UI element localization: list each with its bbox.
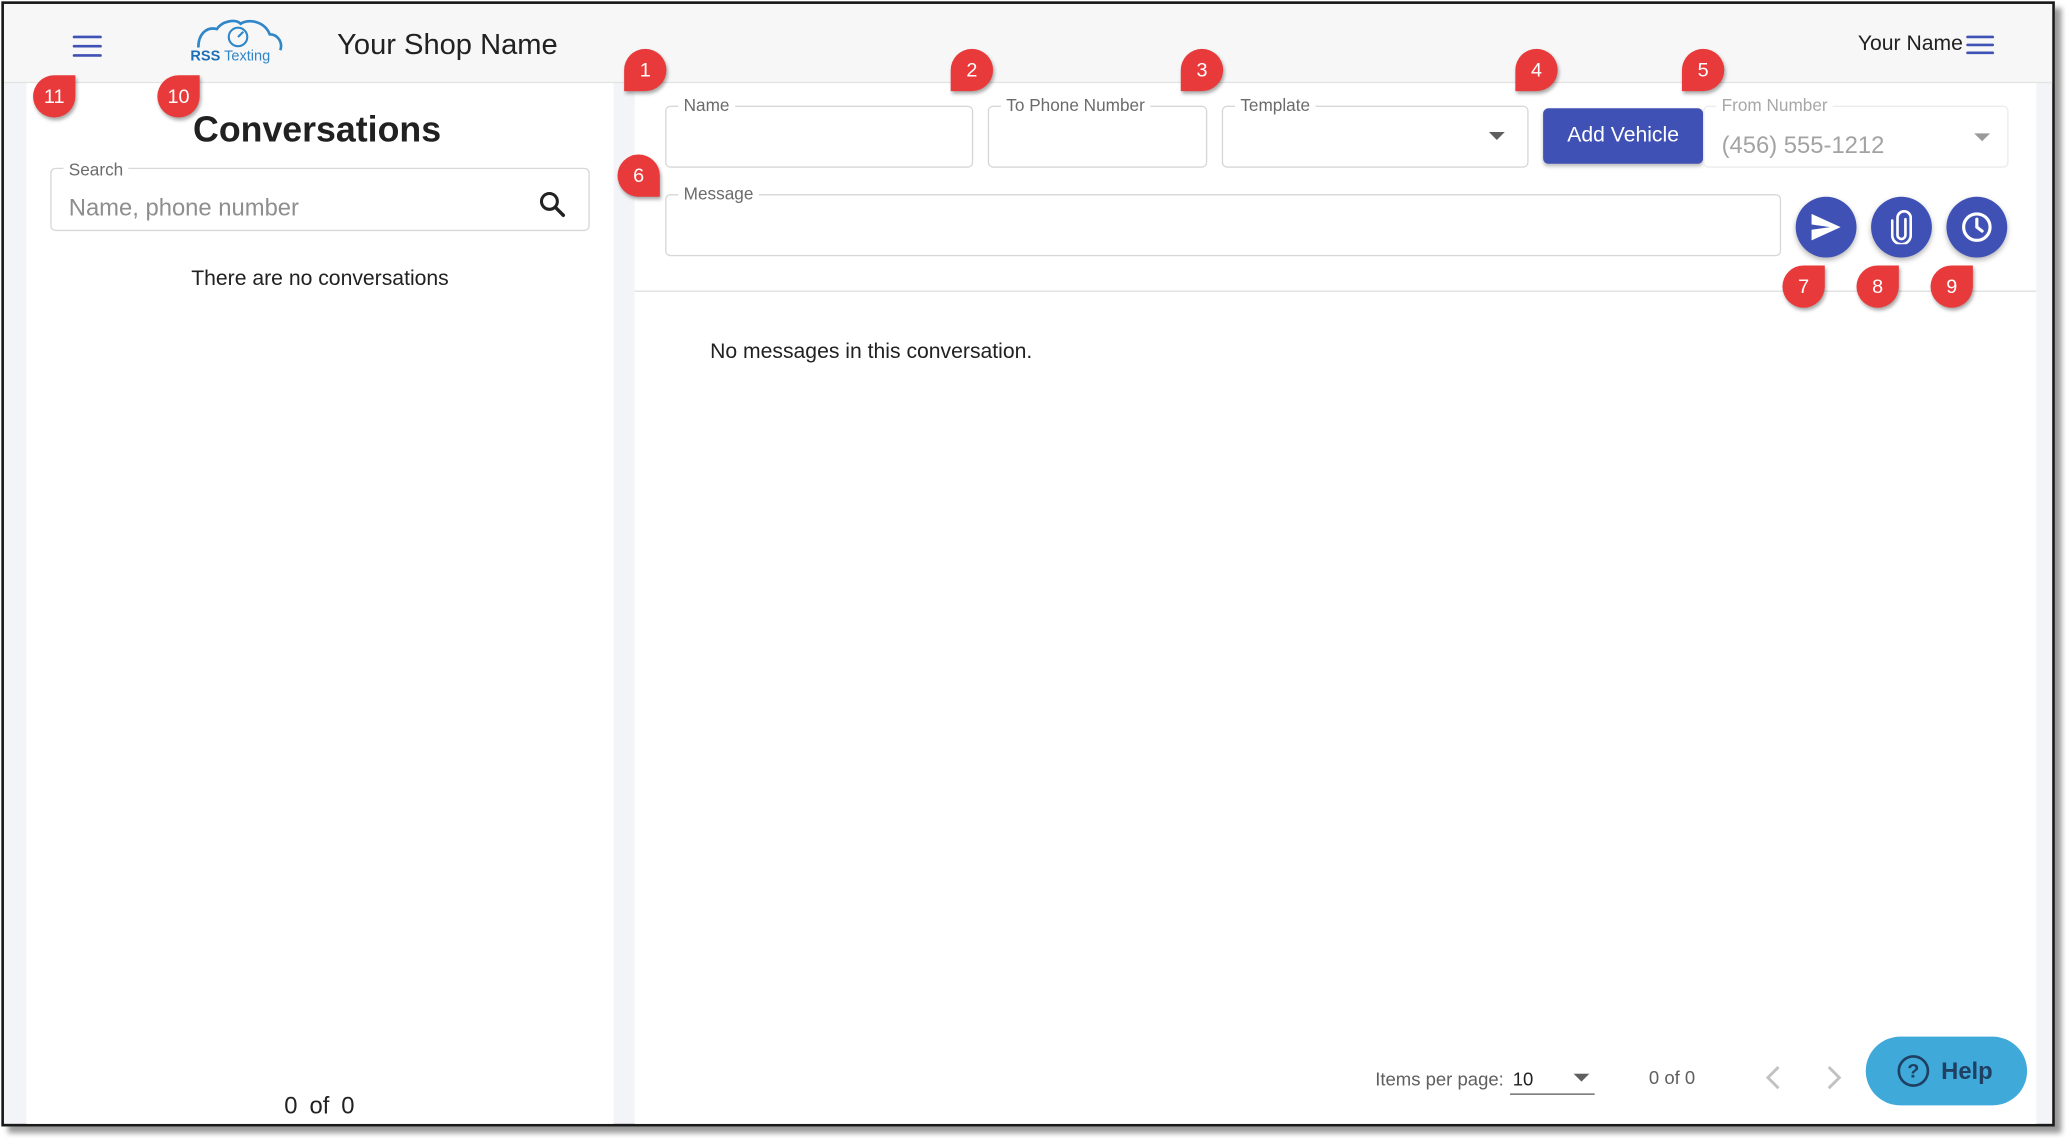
from-number-value: (456) 555-1212 [1721, 132, 1885, 159]
callout-4: 4 [1515, 48, 1560, 94]
items-per-page-select[interactable]: 10 [1510, 1060, 1595, 1095]
sidebar-pagination: 0 of 0 [284, 1092, 354, 1120]
callout-8: 8 [1856, 265, 1902, 310]
caret-down-icon [1573, 1073, 1590, 1082]
send-button[interactable] [1795, 196, 1857, 258]
name-field[interactable]: Name [665, 95, 974, 168]
search-label: Search [63, 159, 129, 180]
template-select[interactable]: Template [1221, 95, 1529, 168]
callout-3: 3 [1180, 48, 1226, 94]
help-button[interactable]: ? Help [1865, 1036, 2028, 1106]
search-field[interactable]: Search Name, phone number [50, 159, 590, 232]
search-input[interactable]: Name, phone number [69, 194, 299, 222]
send-icon [1811, 213, 1841, 241]
shop-name: Your Shop Name [337, 27, 558, 61]
callout-9: 9 [1930, 265, 1976, 310]
paginator-range: 0 of 0 [1648, 1067, 1696, 1089]
name-label: Name [678, 95, 735, 115]
top-bar: RSS Texting Your Shop Name Your Name [3, 3, 2053, 84]
callout-10: 10 [157, 75, 202, 120]
help-label: Help [1941, 1057, 1993, 1084]
schedule-button[interactable] [1946, 196, 2008, 258]
logo-text: RSS Texting [190, 48, 271, 65]
caret-down-icon [1974, 133, 1991, 142]
main-menu-icon[interactable] [72, 35, 102, 57]
pagination-total: 0 [341, 1092, 355, 1119]
to-phone-number-label: To Phone Number [1000, 95, 1151, 115]
pagination-of: of [309, 1092, 330, 1119]
callout-11: 11 [33, 75, 78, 120]
attach-button[interactable] [1871, 196, 1932, 258]
search-icon[interactable] [537, 189, 569, 221]
message-field[interactable]: Message [665, 183, 1782, 257]
callout-2: 2 [950, 48, 996, 94]
to-phone-number-field[interactable]: To Phone Number [987, 95, 1208, 168]
chevron-left-icon[interactable] [1764, 1063, 1783, 1092]
template-label: Template [1235, 95, 1316, 115]
message-label: Message [678, 183, 759, 204]
user-menu-icon[interactable] [1966, 35, 1995, 55]
add-vehicle-button[interactable]: Add Vehicle [1543, 108, 1704, 164]
chevron-right-icon[interactable] [1825, 1063, 1844, 1092]
from-number-select[interactable]: From Number (456) 555-1212 [1703, 95, 2009, 168]
items-per-page-value: 10 [1512, 1068, 1534, 1090]
conversations-panel: Conversations Search Name, phone number … [26, 83, 614, 1124]
callout-6: 6 [617, 154, 663, 200]
callout-1: 1 [624, 48, 669, 94]
pagination-current: 0 [284, 1092, 298, 1119]
question-icon: ? [1897, 1055, 1930, 1087]
callout-5: 5 [1681, 48, 1727, 94]
rss-texting-logo[interactable]: RSS Texting [188, 16, 288, 71]
caret-down-icon [1488, 132, 1505, 140]
no-messages-text: No messages in this conversation. [710, 340, 1033, 364]
callout-7: 7 [1782, 265, 1827, 310]
conversation-panel: Name To Phone Number Template Add Vehicl… [634, 83, 2037, 1124]
paperclip-icon [1890, 209, 1913, 245]
from-number-label: From Number [1716, 95, 1833, 115]
clock-icon [1962, 212, 1992, 242]
app-window: RSS Texting Your Shop Name Your Name Con… [1, 1, 2055, 1127]
user-name[interactable]: Your Name [1858, 33, 1963, 57]
conversations-title: Conversations [193, 109, 442, 150]
items-per-page-label: Items per page: [1375, 1068, 1504, 1090]
no-conversations-text: There are no conversations [191, 268, 449, 291]
